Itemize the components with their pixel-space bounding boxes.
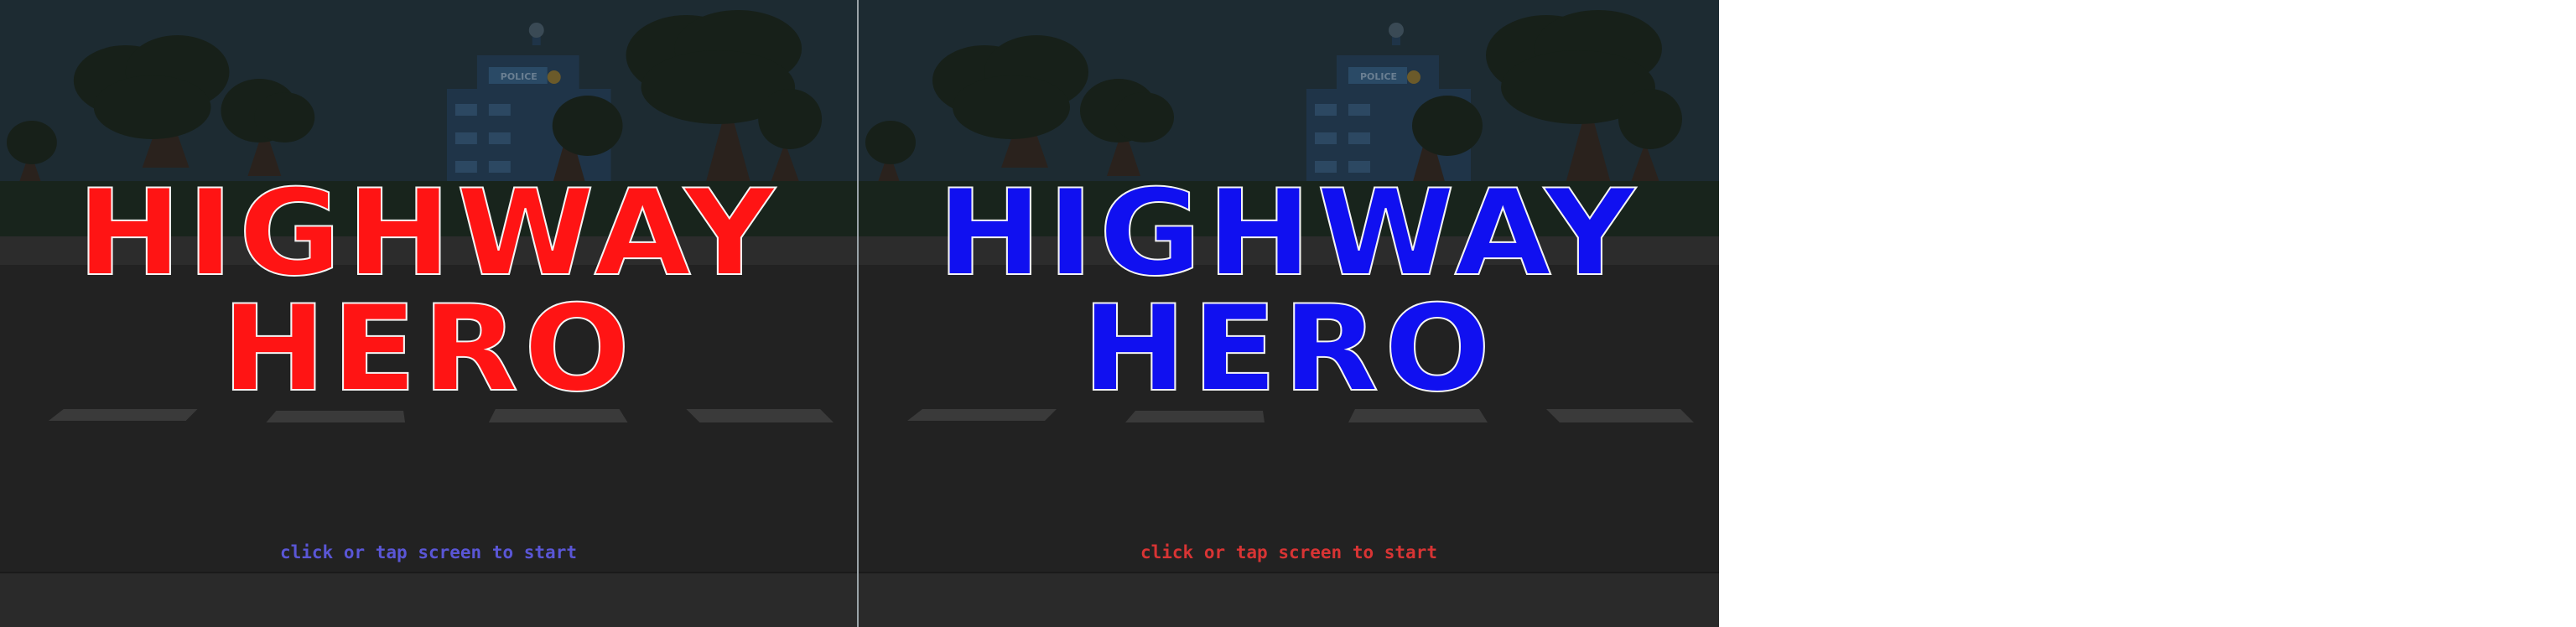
start-prompt[interactable]: click or tap screen to start xyxy=(0,542,857,563)
title-screen-right[interactable]: POLICE HIGHWAY HERO click or tap screen … xyxy=(859,0,1719,627)
start-prompt[interactable]: click or tap screen to start xyxy=(859,542,1719,563)
police-sign: POLICE xyxy=(1360,71,1397,82)
game-canvas-area: POLICE HIGHWAY HERO click or tap screen … xyxy=(0,0,2576,627)
police-sign: POLICE xyxy=(501,71,538,82)
game-title-line1: HIGHWAY xyxy=(76,164,781,303)
bottom-band xyxy=(0,573,857,627)
empty-canvas-area xyxy=(1719,0,2576,627)
game-title-line1: HIGHWAY xyxy=(937,164,1641,303)
title-screen-left[interactable]: POLICE HIGHWAY HERO click or tap screen … xyxy=(0,0,859,627)
game-title-line2: HERO xyxy=(1081,280,1496,418)
bottom-band xyxy=(859,573,1719,627)
game-title-line2: HERO xyxy=(221,280,636,418)
